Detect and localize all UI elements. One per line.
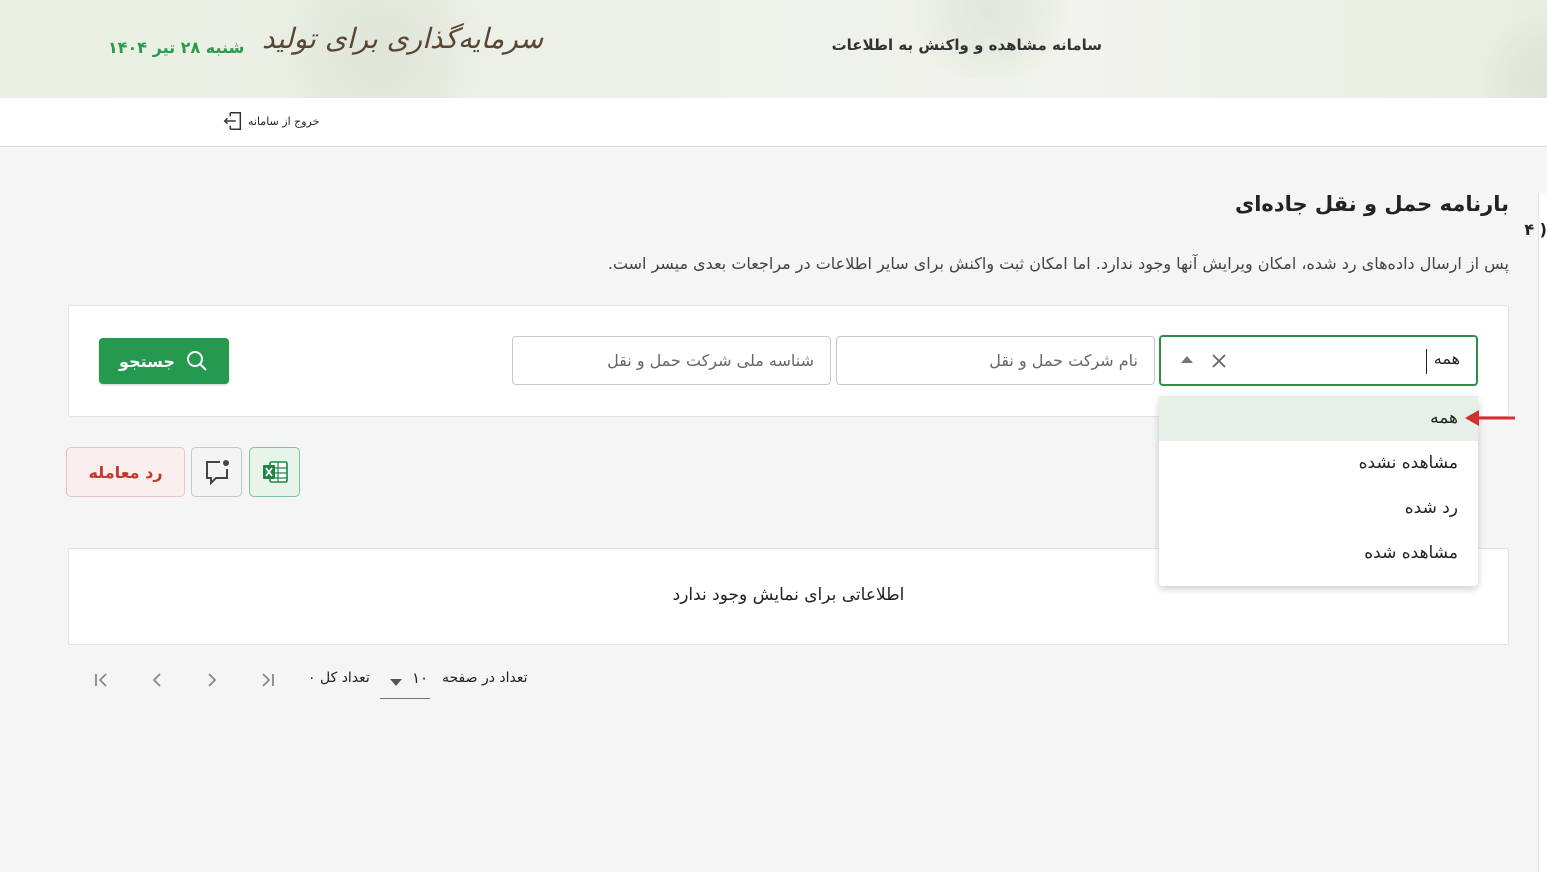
excel-icon (262, 461, 288, 483)
next-page-icon[interactable] (146, 669, 168, 691)
current-date: شنبه ۲۸ تیر ۱۴۰۴ (108, 38, 245, 57)
empty-message: اطلاعاتی برای نمایش وجود ندارد (672, 585, 905, 605)
last-page-icon[interactable] (91, 669, 113, 691)
pagination: تعداد کل ۰ ۱۰ تعداد در صفحه (0, 660, 600, 700)
chevron-down-icon (390, 679, 402, 686)
dropdown-option-seen[interactable]: مشاهده شده (1159, 531, 1478, 576)
right-edge-text: ۴ ) (1524, 220, 1547, 239)
logout-button[interactable]: خروج از سامانه (222, 110, 319, 132)
top-bar: خروج از سامانه (0, 98, 1547, 147)
previous-page-icon[interactable] (201, 669, 223, 691)
status-dropdown: همه مشاهده نشده رد شده مشاهده شده (1159, 396, 1478, 586)
app-title: سامانه مشاهده و واکنش به اطلاعات (831, 36, 1102, 54)
export-excel-button[interactable] (249, 447, 300, 497)
reject-button-label: رد معامله (88, 462, 163, 482)
text-caret (1426, 349, 1427, 374)
logout-label: خروج از سامانه (248, 114, 320, 128)
company-id-input[interactable] (512, 336, 831, 385)
status-select-value: همه (1433, 349, 1460, 368)
comment-icon (205, 460, 229, 486)
search-button[interactable]: جستجو (99, 338, 229, 384)
dropdown-option-rejected[interactable]: رد شده (1159, 486, 1478, 531)
per-page-select[interactable]: ۱۰ (380, 664, 430, 699)
reject-transaction-button[interactable]: رد معامله (66, 447, 185, 497)
pointer-arrow-icon (1465, 410, 1515, 426)
page-description: پس از ارسال داده‌های رد شده، امکان ویرای… (607, 254, 1509, 273)
per-page-value: ۱۰ (412, 669, 429, 687)
page-title: بارنامه حمل و نقل جاده‌ای (1234, 192, 1509, 216)
status-select[interactable]: همه (1159, 335, 1478, 386)
dropdown-option-all[interactable]: همه (1159, 396, 1478, 441)
dropdown-option-unseen[interactable]: مشاهده نشده (1159, 441, 1478, 486)
per-page-label: تعداد در صفحه (442, 670, 528, 686)
logout-icon (223, 112, 242, 130)
search-icon (186, 351, 207, 371)
arrow-up-icon[interactable] (1181, 356, 1193, 363)
total-count: تعداد کل ۰ (308, 670, 370, 686)
site-header: سامانه مشاهده و واکنش به اطلاعات سرمایه‌… (0, 0, 1547, 98)
clear-icon[interactable] (1211, 353, 1227, 369)
comment-button[interactable] (191, 447, 242, 497)
right-edge-panel (1538, 193, 1547, 872)
search-button-label: جستجو (119, 351, 175, 371)
logo: سرمایه‌گذاری برای تولید (262, 22, 544, 55)
company-name-input[interactable] (836, 336, 1155, 385)
first-page-icon[interactable] (256, 669, 278, 691)
header-ornament (1480, 10, 1547, 98)
